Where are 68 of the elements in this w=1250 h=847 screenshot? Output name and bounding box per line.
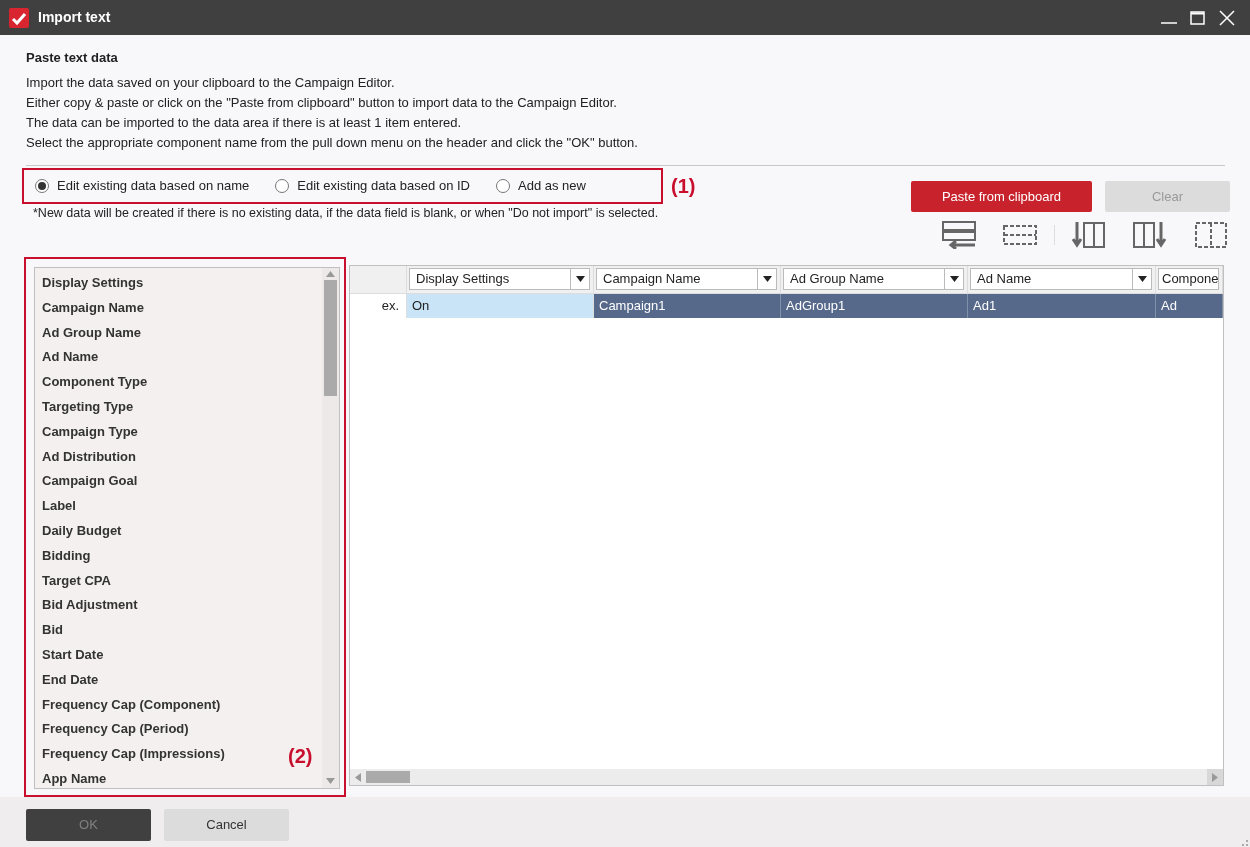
scrollbar-thumb[interactable]: [366, 771, 410, 783]
window-title: Import text: [38, 8, 111, 27]
annotation-label: (2): [288, 744, 313, 769]
column-dropdown[interactable]: Ad Name: [970, 268, 1152, 290]
paste-button[interactable]: Paste from clipboard: [911, 181, 1092, 212]
field-list-item[interactable]: End Date: [42, 667, 99, 693]
field-list-item[interactable]: Start Date: [42, 642, 104, 668]
grid-cell[interactable]: On: [407, 294, 594, 318]
field-list-item[interactable]: Campaign Goal: [42, 469, 138, 495]
column-dropdown[interactable]: Compone: [1158, 268, 1219, 290]
cancel-button[interactable]: Cancel: [164, 808, 289, 841]
maximize-icon[interactable]: [1190, 9, 1206, 26]
field-list-item[interactable]: Frequency Cap (Period): [42, 717, 189, 743]
column-dropdown[interactable]: Display Settings: [409, 268, 590, 290]
scrollbar-thumb[interactable]: [324, 280, 337, 396]
description-line: The data can be imported to the data area if there is at least 1 item entered.: [26, 114, 463, 132]
scroll-left-icon[interactable]: [355, 772, 361, 782]
radio-label: Edit existing data based on ID: [297, 177, 470, 196]
field-list-item[interactable]: Frequency Cap (Component): [42, 692, 221, 718]
description-line: Select the appropriate component name from the pull down menu on the header and click the "OK" button.: [26, 134, 639, 152]
caret-icon: [762, 276, 772, 282]
radio-label: Add as new: [518, 177, 586, 196]
field-list-item[interactable]: Bid: [42, 618, 63, 643]
column-dropdown[interactable]: Campaign Name: [596, 268, 777, 290]
insert-row-icon[interactable]: [942, 221, 976, 249]
scroll-right-icon[interactable]: [1212, 772, 1218, 782]
caret-icon: [949, 276, 959, 282]
dashed-column-icon[interactable]: [1194, 221, 1228, 249]
grid-cell[interactable]: AdGroup1: [781, 294, 968, 318]
vertical-scrollbar[interactable]: [322, 268, 339, 788]
insert-column-left-icon[interactable]: [1072, 221, 1106, 249]
close-icon[interactable]: [1219, 9, 1235, 26]
radio-button[interactable]: [35, 179, 49, 193]
annotation-label: (1): [671, 174, 696, 199]
grid-cell[interactable]: Campaign1: [594, 294, 781, 318]
radio-button[interactable]: [275, 179, 290, 193]
grid-cell[interactable]: Ad: [1156, 294, 1223, 318]
description-line: Import the data saved on your clipboard to the Campaign Editor.: [26, 74, 396, 92]
caret-icon: [575, 276, 585, 282]
app-logo-icon: [9, 7, 29, 28]
field-list-item[interactable]: Bid Adjustment: [42, 593, 138, 619]
section-heading: Paste text data: [26, 49, 119, 67]
field-list-item[interactable]: Display Settings: [42, 271, 144, 296]
insert-column-right-icon[interactable]: [1133, 221, 1167, 249]
field-list-item[interactable]: Ad Name: [42, 345, 99, 371]
field-list-item[interactable]: Campaign Type: [42, 419, 138, 445]
field-list-item[interactable]: Targeting Type: [42, 395, 134, 420]
field-list-item[interactable]: Bidding: [42, 543, 91, 569]
radio-button[interactable]: [496, 179, 510, 193]
scroll-up-icon[interactable]: [326, 271, 335, 277]
radio-option[interactable]: Add as new: [496, 176, 586, 196]
field-list-item[interactable]: Target CPA: [42, 568, 111, 594]
grid-cell[interactable]: Ad1: [968, 294, 1156, 318]
scroll-down-icon[interactable]: [326, 778, 335, 784]
note-text: *New data will be created if there is no existing data, if the data field is blank, or when "Do not import" is selected.: [33, 205, 660, 221]
field-list-item[interactable]: Frequency Cap (Impressions): [42, 742, 225, 767]
horizontal-scrollbar[interactable]: [350, 769, 1223, 785]
field-list-item[interactable]: Label: [42, 494, 76, 519]
description-line: Either copy & paste or click on the "Paste from clipboard" button to import data to the Campaign Editor.: [26, 94, 618, 112]
radio-option[interactable]: Edit existing data based on ID: [275, 176, 470, 196]
caret-icon: [1137, 276, 1147, 282]
field-list-item[interactable]: Ad Distribution: [42, 444, 136, 470]
field-list-item[interactable]: Campaign Name: [42, 295, 144, 321]
column-dropdown[interactable]: Ad Group Name: [783, 268, 964, 290]
field-list-item[interactable]: Component Type: [42, 370, 148, 395]
field-list-item[interactable]: Daily Budget: [42, 518, 122, 544]
field-list-item[interactable]: App Name: [42, 766, 107, 792]
field-list-item[interactable]: Ad Group Name: [42, 320, 141, 346]
